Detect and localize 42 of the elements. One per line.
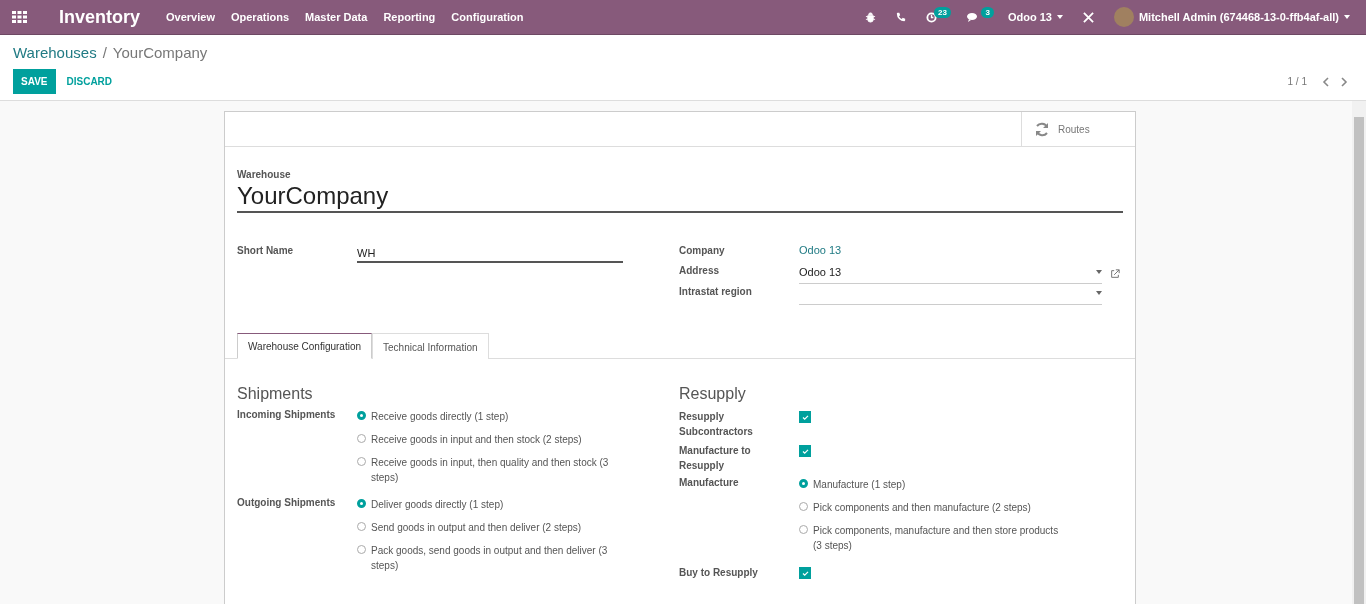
company-switcher[interactable]: Odoo 13 [997, 11, 1073, 23]
menu-item[interactable]: Configuration [451, 11, 524, 23]
menu-item[interactable]: Operations [230, 11, 290, 23]
warehouse-name-field[interactable]: YourCompany [237, 182, 1123, 213]
radio-option[interactable]: Receive goods directly (1 step) [357, 409, 619, 424]
radio-option[interactable]: Manufacture (1 step) [799, 477, 1061, 492]
breadcrumb-current: YourCompany [112, 44, 208, 61]
pager-counter: 1 / 1 [1287, 76, 1307, 87]
field-label: Intrastat region [679, 285, 753, 297]
field-label: Address [679, 264, 720, 276]
field-label: Incoming Shipments [237, 409, 337, 422]
radio-option[interactable]: Pick components and then manufacture (2 steps) [799, 500, 1061, 515]
message-count-badge: 3 [981, 7, 994, 18]
select-field[interactable]: Odoo 13 [799, 263, 1102, 284]
app-title: Inventory [59, 6, 141, 28]
field-label: Manufacture to Resupply [679, 444, 752, 473]
radio-option[interactable]: Deliver goods directly (1 step) [357, 497, 619, 512]
menu-item[interactable]: Master Data [305, 11, 368, 23]
section-title: Resupply [679, 385, 747, 403]
radio-option[interactable]: Pack goods, send goods in output and then deliver (3 steps) [357, 543, 619, 573]
user-menu[interactable]: Mitchell Admin (674468-13-0-ffb4af-all) [1103, 7, 1366, 27]
field-label: Warehouse [237, 169, 292, 180]
radio-option[interactable]: Send goods in output and then deliver (2 steps) [357, 520, 619, 535]
field-label: Resupply Subcontractors [679, 410, 754, 439]
field-label: Manufacture [679, 477, 740, 490]
breadcrumb-link[interactable]: Warehouses [13, 44, 97, 61]
menu-item[interactable]: Reporting [383, 11, 436, 23]
activity-count-badge: 23 [934, 7, 951, 18]
short-name-field[interactable]: WH [357, 243, 623, 263]
radio-option[interactable]: Receive goods in input, then quality and then stock (3 steps) [357, 455, 619, 485]
radio-option[interactable]: Pick components, manufacture and then store products (3 steps) [799, 523, 1061, 553]
field-label: Company [679, 244, 726, 256]
tab[interactable]: Warehouse Configuration [237, 333, 373, 359]
section-title: Shipments [237, 385, 314, 403]
field-label: Outgoing Shipments [237, 497, 337, 510]
menu-item[interactable]: Overview [166, 11, 215, 23]
field-label: Short Name [237, 244, 295, 256]
radio-option[interactable]: Receive goods in input and then stock (2 steps) [357, 432, 619, 447]
breadcrumb-separator: / [102, 44, 107, 61]
company-link[interactable]: Odoo 13 [799, 243, 1102, 256]
tab[interactable]: Technical Information [372, 333, 489, 359]
field-label: Buy to Resupply [679, 566, 759, 580]
